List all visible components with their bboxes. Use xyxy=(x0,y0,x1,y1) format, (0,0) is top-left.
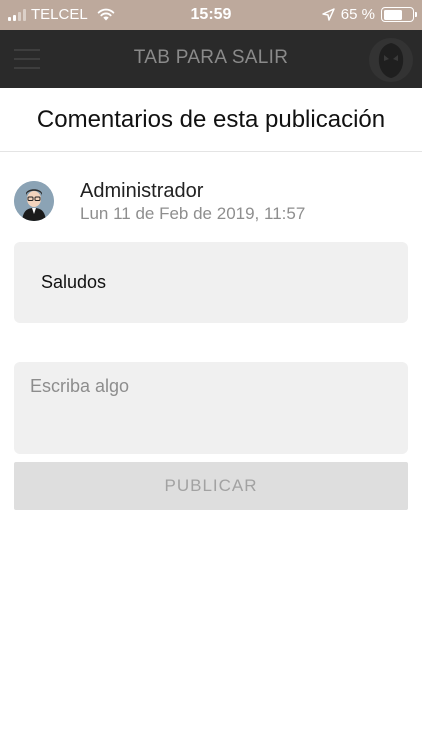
battery-percent: 65 % xyxy=(340,6,375,23)
battery-level xyxy=(383,9,402,20)
top-bar[interactable]: TAB PARA SALIR xyxy=(0,30,422,88)
page-title: Comentarios de esta publicación xyxy=(0,88,422,152)
status-bar: TELCEL 15:59 65 % xyxy=(0,0,422,30)
comment-author: Administrador xyxy=(80,180,204,202)
exit-tab-title[interactable]: TAB PARA SALIR xyxy=(0,47,422,69)
comment-body: Saludos xyxy=(14,242,408,323)
status-right: 65 % xyxy=(322,6,417,23)
avatar xyxy=(14,181,54,221)
comment-text: Saludos xyxy=(41,272,107,292)
comment-timestamp: Lun 11 de Feb de 2019, 11:57 xyxy=(80,204,306,223)
location-arrow-icon xyxy=(322,8,335,21)
publish-button[interactable]: PUBLICAR xyxy=(14,462,408,510)
battery-icon xyxy=(381,7,417,22)
logo-icon xyxy=(369,38,413,82)
comment-input[interactable] xyxy=(14,362,408,454)
